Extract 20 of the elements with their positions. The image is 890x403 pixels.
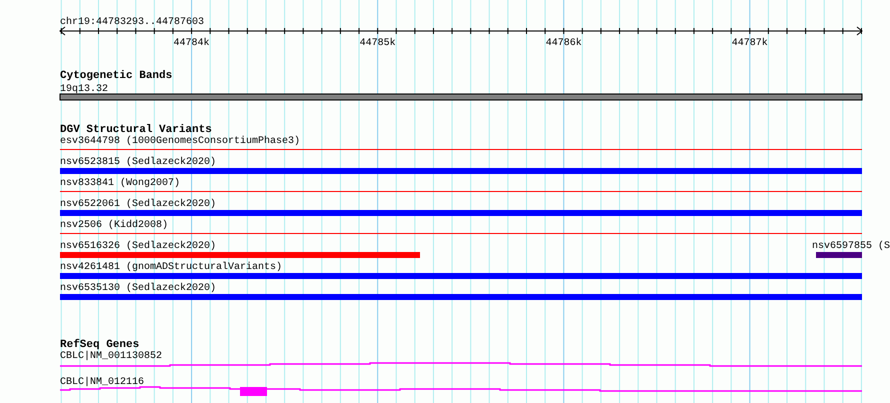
ruler-tick-label: 44787k bbox=[732, 38, 768, 49]
feature-label: CBLC|NM_012116 bbox=[60, 377, 144, 388]
feature-label: nsv6516326 (Sedlazeck2020) bbox=[60, 241, 216, 252]
track-title: DGV Structural Variants bbox=[60, 124, 212, 136]
feature-label: nsv6597855 (S bbox=[812, 241, 890, 252]
track-title: Cytogenetic Bands bbox=[60, 70, 172, 82]
feature-label: nsv833841 (Wong2007) bbox=[60, 178, 180, 189]
ruler-tick-label: 44785k bbox=[360, 38, 396, 49]
track-title: RefSeq Genes bbox=[60, 339, 140, 351]
feature-label: nsv6523815 (Sedlazeck2020) bbox=[60, 157, 216, 168]
range-label: chr19:44783293..44787603 bbox=[60, 17, 204, 28]
feature-label: CBLC|NM_001130852 bbox=[60, 351, 162, 362]
ruler-tick-label: 44784k bbox=[174, 38, 210, 49]
feature-label: nsv6522061 (Sedlazeck2020) bbox=[60, 199, 216, 210]
feature-label: nsv2506 (Kidd2008) bbox=[60, 220, 168, 231]
feature-label: esv3644798 (1000GenomesConsortiumPhase3) bbox=[60, 136, 300, 147]
ruler-tick-label: 44786k bbox=[546, 38, 582, 49]
feature-label: 19q13.32 bbox=[60, 84, 108, 95]
feature-label: nsv4261481 (gnomADStructuralVariants) bbox=[60, 262, 282, 273]
feature-label: nsv6535130 (Sedlazeck2020) bbox=[60, 283, 216, 294]
